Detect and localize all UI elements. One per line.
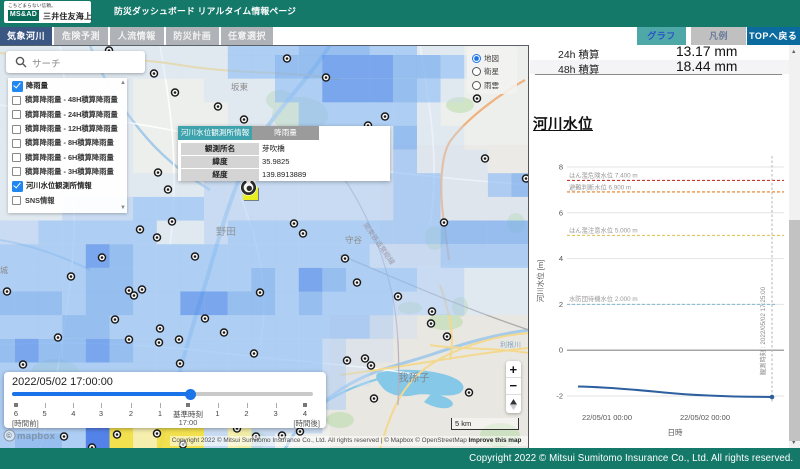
svg-text:4: 4 [559, 254, 563, 263]
svg-text:はん濫注意水位 5.000 m: はん濫注意水位 5.000 m [569, 226, 638, 235]
svg-text:日時: 日時 [668, 428, 683, 437]
svg-text:坂東: 坂東 [231, 82, 249, 92]
svg-text:城: 城 [0, 266, 8, 275]
svg-text:mapbox: mapbox [17, 431, 56, 442]
svg-text:避難判断水位 6.900 m: 避難判断水位 6.900 m [569, 183, 631, 192]
svg-text:0: 0 [559, 346, 563, 355]
svg-text:8: 8 [559, 163, 563, 172]
svg-text:河川水位 [m]: 河川水位 [m] [535, 260, 545, 303]
svg-text:6: 6 [559, 208, 563, 217]
svg-text:我孫子: 我孫子 [398, 372, 430, 384]
svg-text:22/05/02 00:00: 22/05/02 00:00 [680, 413, 730, 422]
svg-text:利根川: 利根川 [500, 340, 521, 349]
svg-text:水防団待機水位 2.000 m: 水防団待機水位 2.000 m [569, 294, 638, 303]
svg-text:はん濫危険水位 7.400 m: はん濫危険水位 7.400 m [569, 171, 638, 180]
svg-text:観測時刻 : 2022/05/02 17:25:00: 観測時刻 : 2022/05/02 17:25:00 [758, 286, 767, 375]
svg-text:-2: -2 [556, 392, 563, 401]
svg-text:2: 2 [559, 300, 563, 309]
svg-text:22/05/01 00:00: 22/05/01 00:00 [582, 413, 632, 422]
svg-text:守谷: 守谷 [345, 235, 363, 245]
svg-text:©: © [6, 431, 12, 440]
svg-text:野田: 野田 [216, 226, 236, 238]
